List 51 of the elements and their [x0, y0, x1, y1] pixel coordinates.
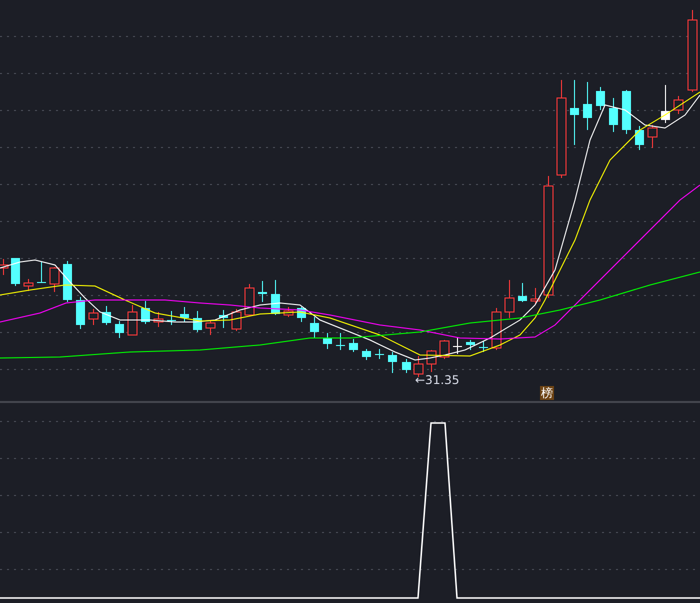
low-price-label: ←31.35 [415, 373, 460, 387]
candlestick [11, 258, 20, 286]
candlestick [323, 332, 332, 350]
candlestick [583, 82, 592, 130]
candlestick [258, 280, 267, 302]
candlestick [206, 320, 216, 336]
candlestick [76, 296, 85, 330]
candlestick [336, 332, 346, 350]
candlestick [271, 280, 280, 316]
candlestick [635, 126, 644, 150]
candlestick [141, 300, 150, 324]
candlestick [166, 310, 176, 326]
candlestick [374, 348, 384, 360]
candlestick [115, 320, 124, 338]
candlestick [648, 124, 658, 148]
candlestick [492, 308, 502, 350]
candlestick [452, 336, 462, 354]
candlestick [570, 80, 579, 146]
rank-badge: 榜 [540, 386, 554, 400]
candlestick [661, 84, 670, 124]
candlestick [426, 350, 436, 372]
candlestick [232, 308, 242, 332]
candlestick [102, 306, 111, 326]
candlestick [596, 86, 605, 110]
candlestick [362, 348, 371, 360]
candlestick [402, 358, 411, 374]
candlestick [180, 306, 189, 322]
candlestick [154, 312, 164, 328]
candlestick [530, 288, 540, 304]
candlestick [297, 306, 306, 322]
candlestick [63, 260, 72, 302]
candlestick [504, 280, 514, 318]
candlestick [674, 96, 684, 114]
candlestick [609, 98, 618, 132]
candlestick [622, 90, 631, 134]
candlestick [244, 284, 254, 316]
candlestick [219, 310, 228, 328]
candlestick [310, 316, 319, 338]
candlestick [388, 352, 397, 374]
candlestick [88, 308, 98, 326]
candlestick [50, 266, 60, 292]
candlestick [466, 340, 475, 350]
candlestick [349, 338, 358, 352]
candlestick [36, 262, 46, 284]
candlestick [24, 278, 34, 292]
candlestick [478, 340, 488, 352]
candlestick [518, 282, 527, 302]
candlestick [440, 340, 450, 360]
candlestick [284, 306, 294, 318]
candlestick [128, 304, 138, 336]
candlestick [193, 310, 202, 332]
